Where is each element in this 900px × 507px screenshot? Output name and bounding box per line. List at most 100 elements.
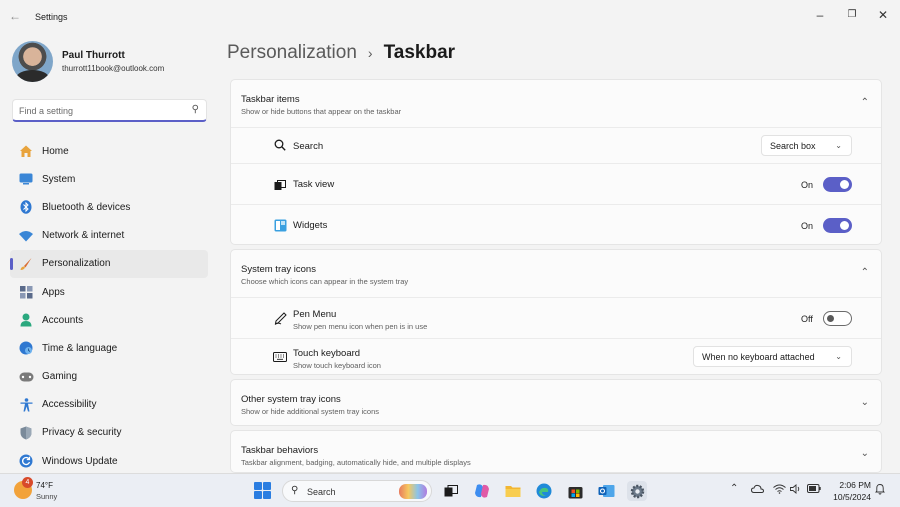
brush-icon <box>18 256 34 272</box>
task-view-icon[interactable] <box>441 481 461 501</box>
home-icon <box>18 143 34 159</box>
onedrive-icon[interactable] <box>750 484 765 496</box>
sidebar-item-privacy-security[interactable]: Privacy & security <box>10 419 208 447</box>
sidebar-item-label: Apps <box>42 286 65 298</box>
sidebar-item-personalization[interactable]: Personalization <box>10 249 208 278</box>
sidebar-item-accessibility[interactable]: Accessibility <box>10 391 208 419</box>
sidebar-item-apps[interactable]: Apps <box>10 278 208 306</box>
chevron-down-icon[interactable]: ⌄ <box>861 448 869 459</box>
wifi-icon <box>18 228 34 244</box>
other-tray-icons-header[interactable]: Other system tray icons Show or hide add… <box>231 380 881 427</box>
page-title: Taskbar <box>383 42 456 63</box>
back-button[interactable]: ← <box>9 9 21 23</box>
weather-temp: 74°F <box>36 481 53 490</box>
taskbar-items-section: Taskbar items Show or hide buttons that … <box>230 79 882 245</box>
windows-taskbar: 4 74°F Sunny ⚲ Search ⌃ 2:06 PM 10/5/202 <box>0 473 900 507</box>
pen-icon <box>273 311 287 325</box>
search-input[interactable] <box>19 103 179 118</box>
close-button[interactable]: ✕ <box>873 6 893 24</box>
store-icon[interactable] <box>565 481 585 501</box>
chevron-right-icon: › <box>367 45 373 61</box>
pen-menu-row: Pen Menu Show pen menu icon when pen is … <box>231 297 881 338</box>
row-description: Show pen menu icon when pen is in use <box>293 322 428 331</box>
system-tray-icons-section: System tray icons Choose which icons can… <box>230 249 882 375</box>
taskbar-search-label: Search <box>307 487 336 497</box>
keyboard-icon <box>273 350 287 364</box>
section-title: System tray icons <box>241 264 316 275</box>
pen-menu-toggle[interactable] <box>823 311 852 326</box>
avatar[interactable] <box>12 41 53 82</box>
toggle-state-label: On <box>801 180 814 190</box>
sidebar-item-label: Accounts <box>42 314 84 326</box>
shield-icon <box>18 425 34 441</box>
minimize-button[interactable]: – <box>810 6 830 24</box>
globe-clock-icon <box>18 340 34 356</box>
other-tray-icons-section[interactable]: Other system tray icons Show or hide add… <box>230 379 882 426</box>
taskbar-behaviors-header[interactable]: Taskbar behaviors Taskbar alignment, bad… <box>231 431 881 478</box>
search-icon <box>273 138 287 152</box>
section-subtitle: Show or hide buttons that appear on the … <box>241 107 402 116</box>
sidebar-item-windows-update[interactable]: Windows Update <box>10 447 208 475</box>
task-view-toggle[interactable] <box>823 177 852 192</box>
task-view-row: Task view On <box>231 163 881 204</box>
settings-icon[interactable] <box>627 481 647 501</box>
taskbar-search[interactable]: ⚲ Search <box>282 480 432 502</box>
search-icon[interactable]: ⚲ <box>192 104 199 115</box>
sidebar-item-label: Accessibility <box>42 399 97 411</box>
sidebar-item-network[interactable]: Network & internet <box>10 222 208 250</box>
taskbar-items-header[interactable]: Taskbar items Show or hide buttons that … <box>231 80 881 127</box>
sidebar-item-time-language[interactable]: Time & language <box>10 334 208 362</box>
sidebar-item-accounts[interactable]: Accounts <box>10 306 208 334</box>
task-view-icon <box>273 178 287 192</box>
find-setting-search[interactable]: ⚲ <box>12 99 207 122</box>
copilot-icon[interactable] <box>472 481 492 501</box>
title-bar: ← Settings – ❐ ✕ <box>0 0 900 32</box>
clock-time[interactable]: 2:06 PM <box>839 480 871 490</box>
breadcrumb: Personalization › Taskbar <box>227 40 455 66</box>
search-highlight-icon <box>399 484 427 499</box>
chevron-up-icon[interactable]: ⌃ <box>861 97 869 108</box>
dropdown-value: Search box <box>770 140 816 151</box>
app-title: Settings <box>35 12 68 22</box>
outlook-icon[interactable] <box>596 481 616 501</box>
notification-bell-icon[interactable] <box>875 483 885 498</box>
row-label: Touch keyboard <box>293 348 361 359</box>
section-title: Taskbar items <box>241 94 300 105</box>
breadcrumb-parent[interactable]: Personalization <box>227 42 357 64</box>
chevron-down-icon[interactable]: ⌄ <box>861 397 869 408</box>
sidebar-item-label: Home <box>42 145 69 157</box>
row-label: Widgets <box>293 220 328 231</box>
monitor-icon <box>18 171 34 187</box>
wifi-icon[interactable] <box>773 484 786 497</box>
touch-keyboard-row: Touch keyboard Show touch keyboard icon … <box>231 338 881 375</box>
edge-icon[interactable] <box>534 481 554 501</box>
chevron-up-icon[interactable]: ⌃ <box>730 483 738 494</box>
touch-keyboard-dropdown[interactable]: When no keyboard attached ⌄ <box>693 346 852 367</box>
sidebar-item-bluetooth[interactable]: Bluetooth & devices <box>10 193 208 221</box>
sidebar-item-home[interactable]: Home <box>10 137 208 165</box>
sidebar-item-gaming[interactable]: Gaming <box>10 363 208 391</box>
widgets-toggle[interactable] <box>823 218 852 233</box>
search-mode-dropdown[interactable]: Search box ⌄ <box>761 135 852 156</box>
system-tray-icons-header[interactable]: System tray icons Choose which icons can… <box>231 250 881 297</box>
section-subtitle: Taskbar alignment, badging, automaticall… <box>241 458 471 467</box>
search-icon: ⚲ <box>291 485 299 496</box>
sidebar-item-system[interactable]: System <box>10 165 208 193</box>
volume-icon[interactable] <box>790 484 802 497</box>
battery-icon[interactable] <box>807 484 821 496</box>
sidebar-item-label: Windows Update <box>42 455 118 467</box>
person-icon <box>18 312 34 328</box>
taskbar-behaviors-section[interactable]: Taskbar behaviors Taskbar alignment, bad… <box>230 430 882 473</box>
start-button[interactable] <box>254 482 271 499</box>
weather-condition: Sunny <box>36 492 58 501</box>
weather-badge: 4 <box>22 477 33 488</box>
sidebar-item-label: Gaming <box>42 371 78 383</box>
file-explorer-icon[interactable] <box>503 481 523 501</box>
dropdown-value: When no keyboard attached <box>702 351 815 362</box>
refresh-icon <box>18 453 34 469</box>
gamepad-icon <box>18 369 34 385</box>
widgets-row: Widgets On <box>231 204 881 245</box>
clock-date[interactable]: 10/5/2024 <box>828 492 871 502</box>
chevron-up-icon[interactable]: ⌃ <box>861 267 869 278</box>
restore-button[interactable]: ❐ <box>842 6 862 24</box>
